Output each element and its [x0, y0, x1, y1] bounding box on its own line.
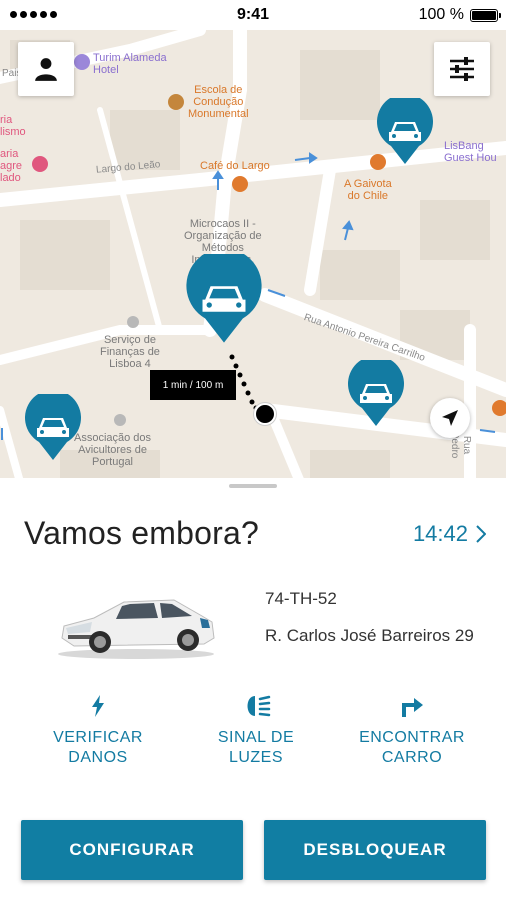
- bottom-sheet: Vamos embora? 14:42 74-TH-52 R. Carlos J…: [0, 478, 506, 900]
- car-pin-icon: [25, 389, 82, 460]
- eta-tooltip: 1 min / 100 m: [150, 370, 236, 400]
- check-damage-action[interactable]: VERIFICAR DANOS: [28, 690, 168, 768]
- car-address: R. Carlos José Barreiros 29: [265, 626, 474, 645]
- unlock-button[interactable]: DESBLOQUEAR: [264, 820, 486, 880]
- map-label-left-1: ria lismo: [0, 114, 26, 138]
- car-pin[interactable]: [23, 389, 83, 469]
- check-damage-label: VERIFICAR DANOS: [53, 729, 143, 766]
- find-car-action[interactable]: ENCONTRAR CARRO: [342, 690, 482, 768]
- map-label-lisbang: LisBang Guest Hou: [444, 140, 497, 164]
- map-label-gaivota: A Gaivota do Chile: [344, 178, 392, 202]
- flash-lights-action[interactable]: SINAL DE LUZES: [186, 690, 326, 768]
- map-label-left-2: aria agre lado: [0, 148, 23, 184]
- sheet-drag-handle[interactable]: [229, 484, 277, 488]
- quick-actions: VERIFICAR DANOS SINAL DE LUZES ENCONTRAR…: [0, 690, 506, 770]
- car-pin-icon: [377, 93, 433, 164]
- map-label-financas: Serviço de Finanças de Lisboa 4: [100, 334, 160, 370]
- chevron-right-icon: [476, 525, 486, 543]
- filter-button[interactable]: [434, 42, 490, 96]
- car-pin[interactable]: [346, 355, 406, 435]
- headlight-icon: [247, 695, 271, 717]
- car-pin[interactable]: [375, 93, 435, 173]
- car-image: [58, 599, 215, 659]
- profile-button[interactable]: [18, 42, 74, 96]
- sliders-icon: [450, 57, 474, 81]
- sheet-headline: Vamos embora?: [24, 515, 260, 551]
- selected-car-pin[interactable]: [182, 248, 266, 353]
- navigation-arrow-icon: [442, 410, 458, 426]
- license-plate: 74-TH-52: [265, 589, 337, 608]
- user-location-dot: [254, 403, 276, 425]
- map-label-avicultores: Associação dos Avicultores de Portugal: [74, 432, 152, 468]
- person-icon: [35, 58, 57, 81]
- map-view[interactable]: Turim Alameda Hotel Escola de Condução M…: [0, 30, 506, 482]
- map-label-cafe: Café do Largo: [200, 160, 270, 172]
- lightning-icon: [92, 695, 104, 717]
- reservation-time: 14:42: [412, 521, 468, 546]
- turn-right-arrow-icon: [402, 698, 423, 717]
- battery-icon: [470, 9, 501, 22]
- map-label-school: Escola de Condução Monumental: [188, 84, 249, 120]
- battery-percentage: 100 %: [418, 6, 464, 23]
- map-label-hotel: Turim Alameda Hotel: [93, 52, 167, 76]
- app-screen: 9:41 100 % Turim Alameda Hotel Escola de…: [0, 0, 506, 900]
- flash-lights-label: SINAL DE LUZES: [217, 729, 295, 766]
- locate-me-button[interactable]: [430, 398, 470, 438]
- car-pin-icon: [348, 355, 404, 426]
- find-car-label: ENCONTRAR CARRO: [359, 729, 465, 766]
- status-bar: 9:41 100 %: [0, 0, 506, 30]
- car-pin-icon: [186, 248, 262, 343]
- configure-button[interactable]: CONFIGURAR: [21, 820, 243, 880]
- reservation-time-link[interactable]: 14:42: [413, 521, 486, 547]
